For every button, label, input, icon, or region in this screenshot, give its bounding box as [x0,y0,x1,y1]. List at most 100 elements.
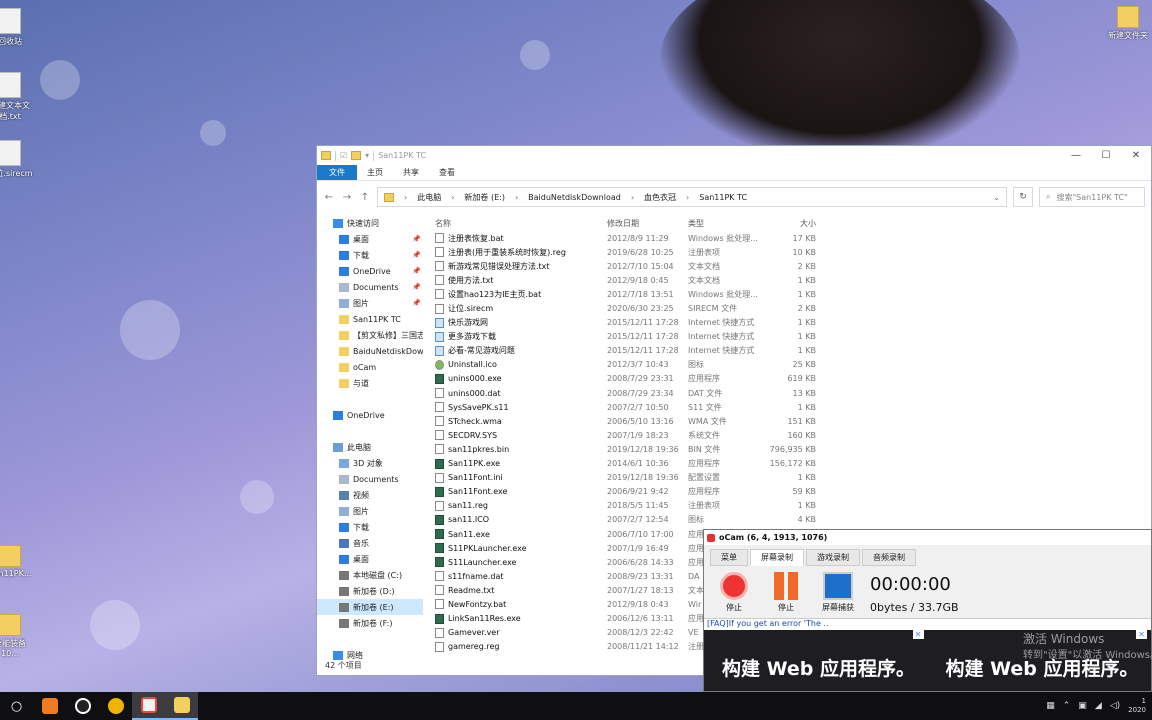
tab-share[interactable]: 共享 [393,165,429,180]
file-row[interactable]: 注册表(用于重装系统时恢复).reg 2019/6/28 10:25 注册表项 10 … [433,245,1151,259]
file-row[interactable]: SysSavePK.s11 2007/2/7 10:50 S11 文件 1 KB [433,400,1151,414]
file-row[interactable]: unins000.dat 2008/7/29 23:34 DAT 文件 13 KB [433,386,1151,400]
tab-game-record[interactable]: 游戏录制 [806,549,860,566]
file-row[interactable]: San11Font.ini 2019/12/18 19:36 配置设置 1 KB [433,471,1151,485]
nav-item[interactable]: 下载 📌 [317,247,423,263]
column-size[interactable]: 大小 [768,218,816,229]
minimize-button[interactable]: — [1061,150,1091,161]
nav-item[interactable]: 与道 [317,375,423,391]
taskbar-ocam[interactable] [132,692,165,720]
desktop-icon-sirecm[interactable]: 让位.sirecm [0,140,34,179]
nav-item[interactable]: BaiduNetdiskDow [317,343,423,359]
breadcrumb-baidu[interactable]: BaiduNetdiskDownload [528,193,621,202]
file-row[interactable]: SECDRV.SYS 2007/1/9 18:23 系统文件 160 KB [433,428,1151,442]
refresh-icon[interactable]: ↻ [1013,187,1033,207]
grid-icon[interactable]: ▦ [1046,701,1055,711]
column-date[interactable]: 修改日期 [607,218,688,229]
nav-item[interactable]: 下载 [317,519,423,535]
screenshot-button[interactable]: 屏幕捕获 [818,572,858,613]
close-button[interactable]: ✕ [1121,150,1151,161]
column-name[interactable]: 名称 [433,218,607,229]
ad-close-icon[interactable]: ✕ [1136,630,1147,639]
properties-icon[interactable]: ☑ [340,151,347,160]
breadcrumb-current[interactable]: San11PK TC [699,193,747,202]
chevron-up-icon[interactable]: ⌃ [1063,701,1071,711]
file-row[interactable]: san11.ICO 2007/2/7 12:54 图标 4 KB [433,513,1151,527]
desktop-icon-trainer[interactable]: 全能装备10... [0,614,34,658]
nav-item[interactable]: 新加卷 (F:) [317,615,423,631]
tab-file[interactable]: 文件 [317,165,357,180]
tab-screen-record[interactable]: 屏幕录制 [750,549,804,566]
nav-item[interactable]: 快速访问 [317,215,423,231]
file-row[interactable]: 让位.sirecm 2020/6/30 23:25 SIRECM 文件 2 KB [433,301,1151,315]
breadcrumb-this-pc[interactable]: 此电脑 [417,192,441,203]
nav-item[interactable]: 视频 [317,487,423,503]
nav-item[interactable]: Documents [317,471,423,487]
tab-audio-record[interactable]: 音频录制 [862,549,916,566]
nav-item[interactable]: Documents 📌 [317,279,423,295]
nav-item[interactable]: 图片 [317,503,423,519]
chevron-down-icon[interactable]: ⌄ [993,193,1000,202]
nav-item[interactable]: 【剪文私修】三国志 [317,327,423,343]
up-arrow-icon[interactable]: ↑ [359,192,371,203]
desktop-icon-text-file[interactable]: 新建文本文档.txt [0,72,34,122]
ocam-titlebar[interactable]: oCam (6, 4, 1913, 1076) [704,530,1151,545]
nav-item[interactable]: 音乐 [317,535,423,551]
nav-item[interactable]: San11PK TC [317,311,423,327]
nav-item[interactable]: 新加卷 (D:) [317,583,423,599]
file-row[interactable]: 注册表恢复.bat 2012/8/9 11:29 Windows 批处理... 17 … [433,231,1151,245]
file-row[interactable]: 必看-常见游戏问题 2015/12/11 17:28 Internet 快捷方式 1 … [433,344,1151,358]
tab-home[interactable]: 主页 [357,165,393,180]
network-icon[interactable]: ◢ [1095,701,1102,711]
tab-menu[interactable]: 菜单 [710,549,748,566]
nav-item[interactable]: OneDrive [317,407,423,423]
file-row[interactable]: 新游戏常见错误处理方法.txt 2012/7/10 15:04 文本文档 2 KB [433,259,1151,273]
search-box[interactable]: ⌕ 搜索"San11PK TC" [1039,187,1145,207]
file-row[interactable]: Uninstall.ico 2012/3/7 10:43 图标 25 KB [433,358,1151,372]
search-circle-icon[interactable]: ○ [0,692,33,720]
desktop-icon-new-folder[interactable]: 新建文件夹 [1104,6,1152,41]
file-row[interactable]: 更多游戏下载 2015/12/11 17:28 Internet 快捷方式 1 KB [433,330,1151,344]
file-row[interactable]: 使用方法.txt 2012/9/18 0:45 文本文档 1 KB [433,273,1151,287]
customize-quick-access-icon[interactable]: ▾ [365,151,369,160]
nav-item[interactable]: 桌面 [317,551,423,567]
tab-view[interactable]: 查看 [429,165,465,180]
nav-item[interactable]: 本地磁盘 (C:) [317,567,423,583]
file-row[interactable]: 快乐游戏网 2015/12/11 17:28 Internet 快捷方式 1 KB [433,316,1151,330]
maximize-button[interactable]: ☐ [1091,150,1121,161]
explorer-titlebar[interactable]: ☑ ▾ San11PK TC — ☐ ✕ [317,146,1151,165]
address-bar[interactable]: › 此电脑 › 新加卷 (E:) › BaiduNetdiskDownload … [377,187,1007,207]
new-folder-icon[interactable] [351,151,362,160]
faq-link[interactable]: [FAQ]If you get an error 'The .. [704,618,1151,630]
taskbar-qq[interactable] [66,692,99,720]
back-arrow-icon[interactable]: ← [323,192,335,203]
nav-item[interactable]: 新加卷 (E:) [317,599,423,615]
file-row[interactable]: san11pkres.bin 2019/12/18 19:36 BIN 文件 796,… [433,442,1151,456]
tray-app-icon[interactable]: ▣ [1078,701,1087,711]
pause-button[interactable]: 停止 [766,572,806,613]
column-type[interactable]: 类型 [688,218,768,229]
file-row[interactable]: 设置hao123为IE主页.bat 2012/7/18 13:51 Windows … [433,287,1151,301]
file-row[interactable]: STcheck.wma 2006/5/10 13:16 WMA 文件 151 KB [433,414,1151,428]
nav-item[interactable]: 此电脑 [317,439,423,455]
search-input[interactable]: 搜索"San11PK TC" [1056,192,1127,203]
taskbar-app-orange[interactable] [33,692,66,720]
stop-button[interactable]: 停止 [714,572,754,613]
desktop-icon-recycle-bin[interactable]: 回收站 [0,8,34,47]
nav-item[interactable]: 图片 📌 [317,295,423,311]
desktop-icon-san11pk[interactable]: San11PK... [0,545,34,578]
ad-close-icon[interactable]: ✕ [912,630,924,639]
taskbar-explorer[interactable] [165,692,198,720]
nav-item[interactable]: 桌面 📌 [317,231,423,247]
file-row[interactable]: san11.reg 2018/5/5 11:45 注册表项 1 KB [433,499,1151,513]
file-row[interactable]: San11Font.exe 2006/9/21 9:42 应用程序 59 KB [433,485,1151,499]
ocam-window[interactable]: oCam (6, 4, 1913, 1076) 菜单 屏幕录制 游戏录制 音频录… [703,529,1152,692]
clock[interactable]: 1 2020 [1128,697,1146,715]
nav-item[interactable]: 3D 对象 [317,455,423,471]
file-row[interactable]: San11PK.exe 2014/6/1 10:36 应用程序 156,172 KB [433,457,1151,471]
taskbar-g-app[interactable] [99,692,132,720]
nav-item[interactable]: OneDrive 📌 [317,263,423,279]
breadcrumb-drive-e[interactable]: 新加卷 (E:) [464,192,505,203]
nav-item[interactable]: oCam [317,359,423,375]
file-row[interactable]: unins000.exe 2008/7/29 23:31 应用程序 619 KB [433,372,1151,386]
